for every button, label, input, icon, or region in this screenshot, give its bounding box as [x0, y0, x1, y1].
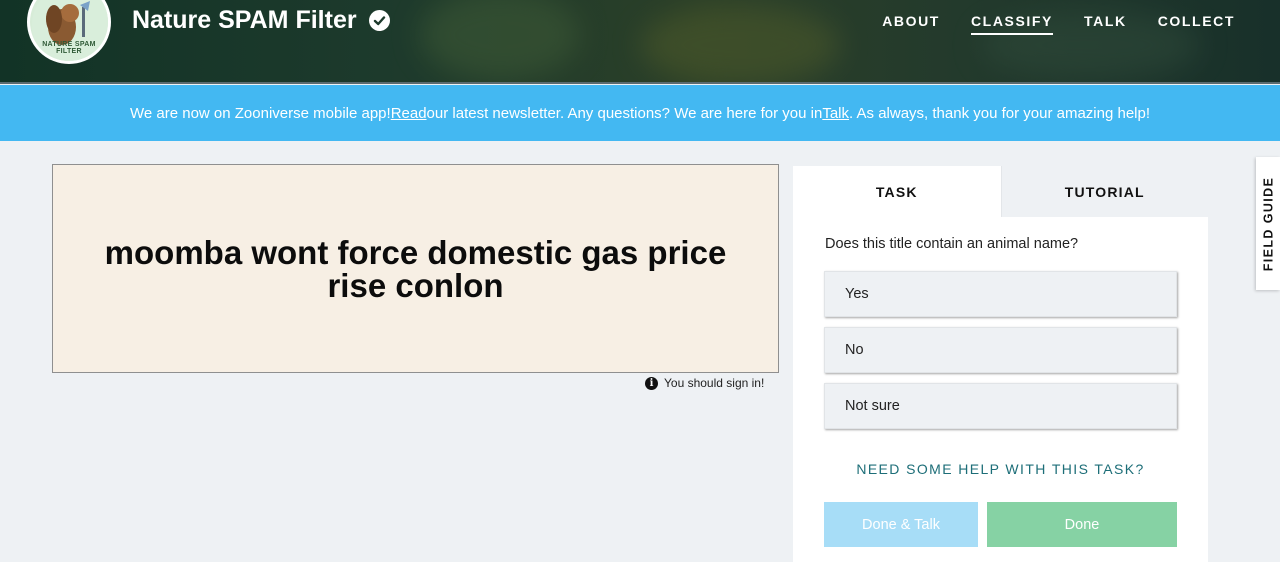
- tab-tutorial[interactable]: TUTORIAL: [1000, 166, 1208, 217]
- task-help-link[interactable]: NEED SOME HELP WITH THIS TASK?: [793, 461, 1208, 477]
- header-bg-blob: [420, 0, 580, 80]
- verified-check-icon: [368, 10, 390, 31]
- signin-notice-text: You should sign in!: [664, 376, 765, 390]
- nav-collect[interactable]: COLLECT: [1158, 13, 1235, 35]
- nav-talk[interactable]: TALK: [1084, 13, 1127, 35]
- banner-text-3: . As always, thank you for your amazing …: [849, 104, 1151, 122]
- project-nav: ABOUT CLASSIFY TALK COLLECT: [882, 13, 1235, 35]
- task-tabs: TASK TUTORIAL: [793, 166, 1208, 217]
- header-divider: [0, 82, 1280, 84]
- talk-link[interactable]: Talk: [822, 105, 849, 122]
- task-question: Does this title contain an animal name?: [825, 236, 1079, 252]
- task-panel: TASK TUTORIAL Does this title contain an…: [793, 166, 1208, 562]
- answer-no[interactable]: No: [824, 327, 1177, 373]
- field-guide-tab[interactable]: FIELD GUIDE: [1256, 157, 1280, 290]
- answer-yes[interactable]: Yes: [824, 271, 1177, 317]
- header-bg-blob: [640, 5, 840, 84]
- project-header: NATURE SPAM FILTER Nature SPAM Filter AB…: [0, 0, 1280, 84]
- info-icon: i: [645, 376, 658, 390]
- banner-text-1: We are now on Zooniverse mobile app!: [129, 104, 391, 122]
- nav-about[interactable]: ABOUT: [882, 13, 940, 35]
- done-and-talk-button[interactable]: Done & Talk: [824, 502, 978, 547]
- newsletter-link[interactable]: Read: [391, 105, 427, 122]
- announcement-banner: We are now on Zooniverse mobile app! Rea…: [0, 85, 1280, 141]
- signin-notice[interactable]: i You should sign in!: [645, 376, 764, 390]
- avatar-ring-text: NATURE SPAM FILTER: [42, 41, 96, 55]
- nav-classify[interactable]: CLASSIFY: [970, 13, 1053, 35]
- answer-not-sure[interactable]: Not sure: [824, 383, 1177, 429]
- done-button[interactable]: Done: [987, 502, 1177, 547]
- project-title[interactable]: Nature SPAM Filter: [132, 6, 390, 35]
- banner-text-2: our latest newsletter. Any questions? We…: [426, 104, 823, 122]
- project-title-text: Nature SPAM Filter: [132, 6, 357, 34]
- tab-task[interactable]: TASK: [793, 166, 1001, 217]
- project-avatar[interactable]: NATURE SPAM FILTER: [27, 0, 111, 64]
- subject-viewer: moomba wont force domestic gas price ris…: [52, 164, 779, 373]
- subject-title-text: moomba wont force domestic gas price ris…: [104, 233, 727, 304]
- field-guide-label: FIELD GUIDE: [1261, 176, 1276, 271]
